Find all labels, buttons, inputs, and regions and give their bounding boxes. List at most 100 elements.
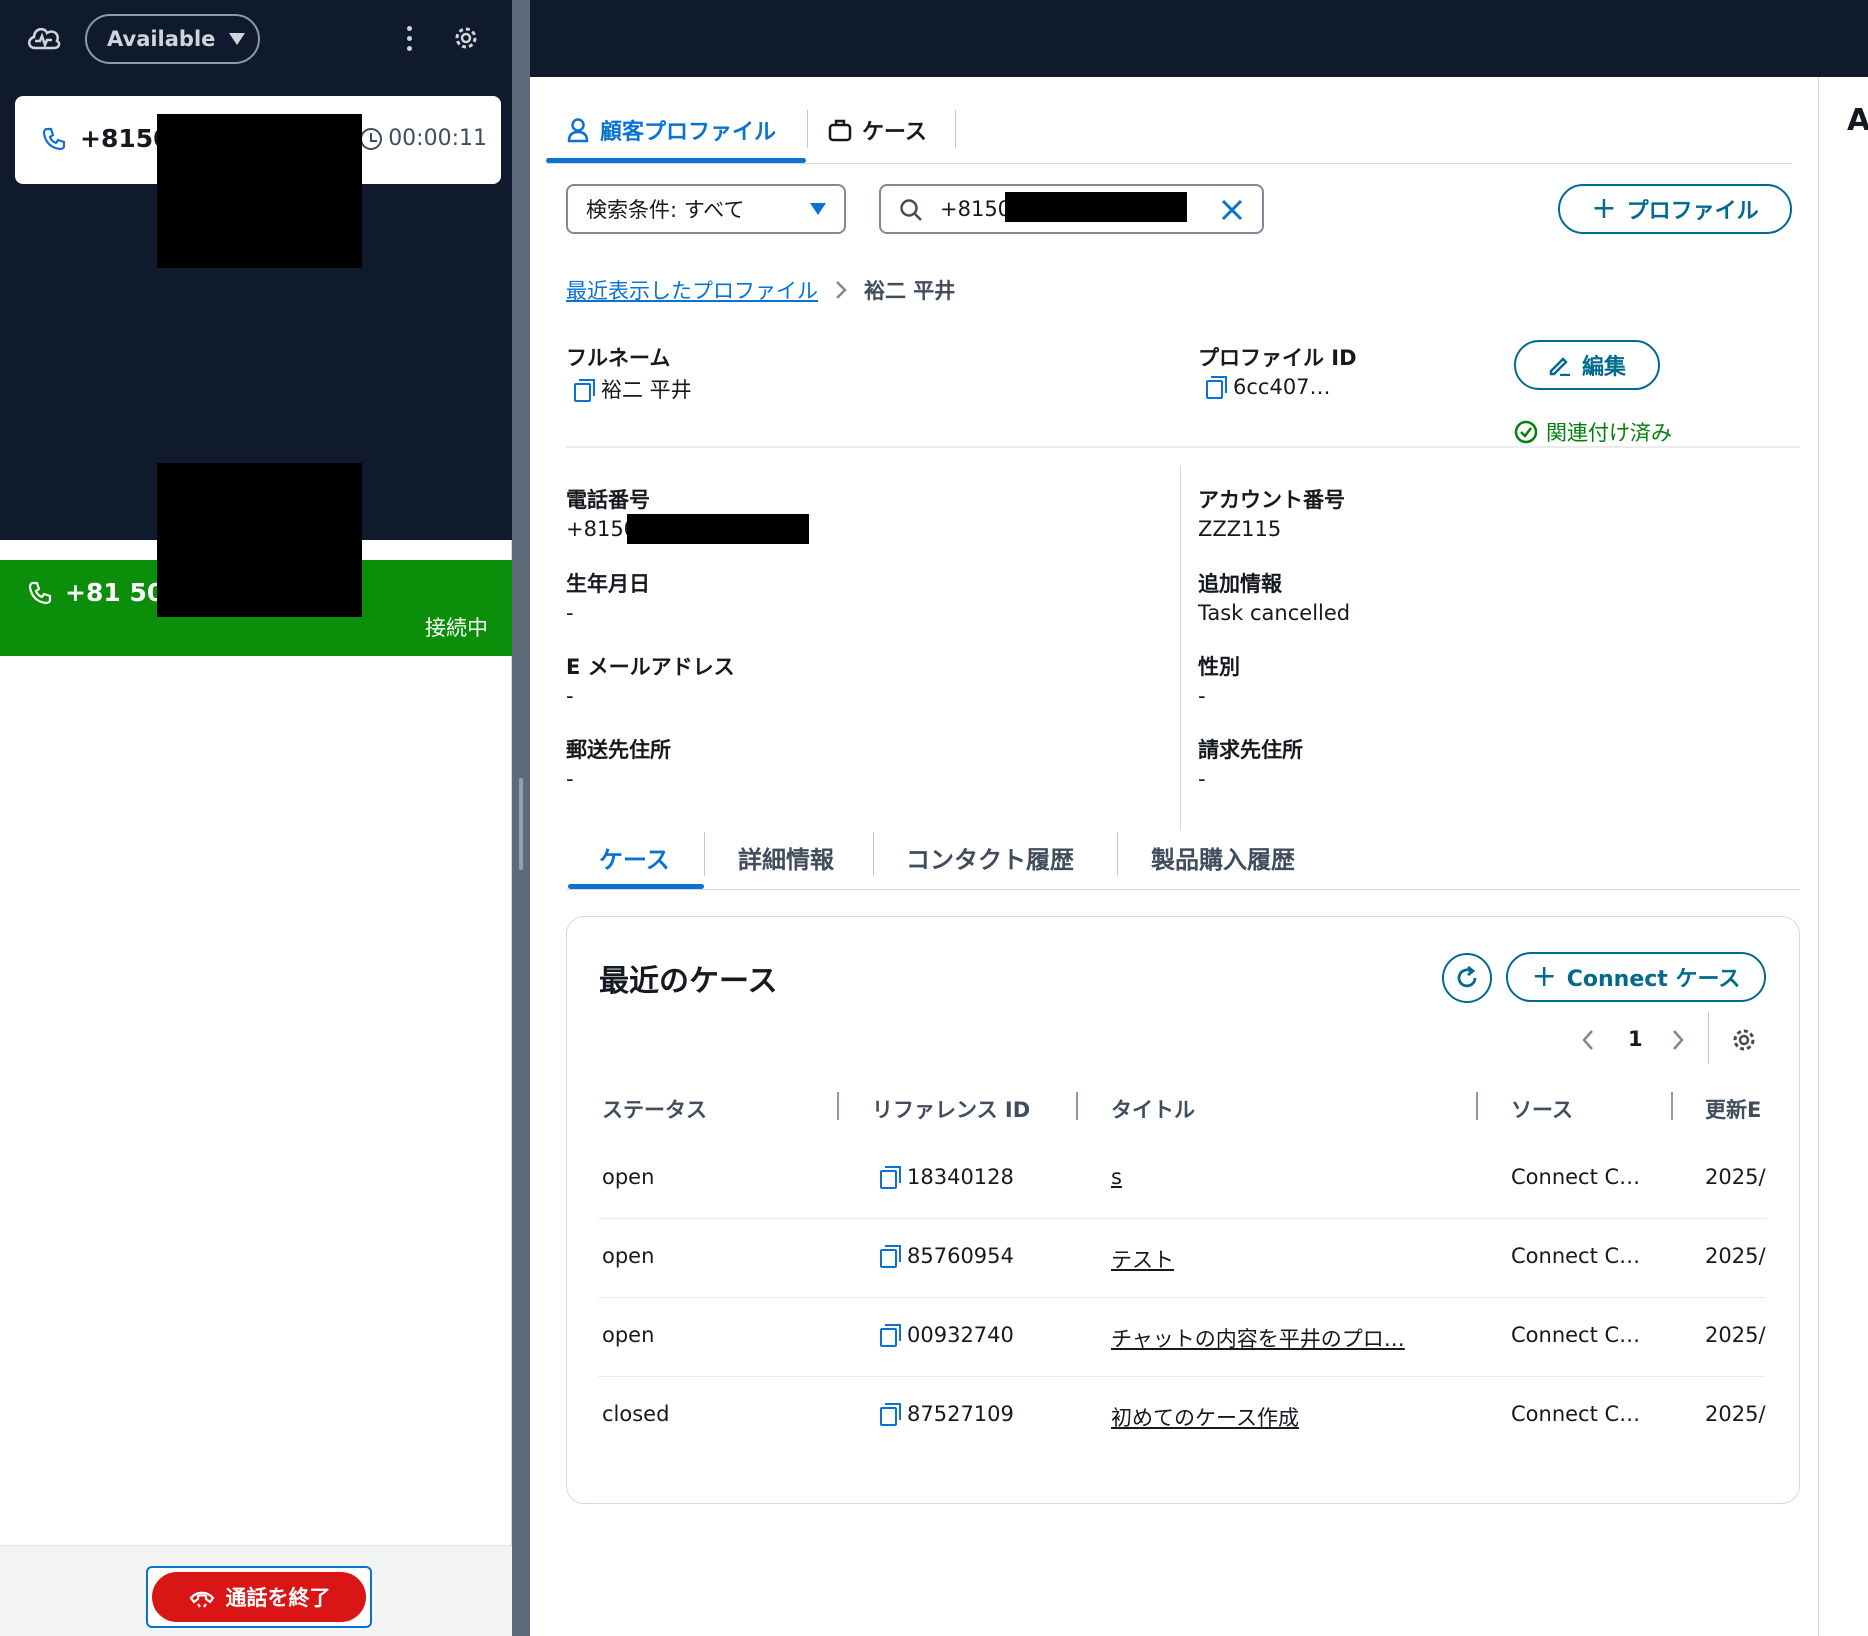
redaction-block xyxy=(627,514,809,544)
header-divider xyxy=(566,446,1800,448)
gear-icon[interactable] xyxy=(452,24,480,52)
chevron-right-icon[interactable] xyxy=(1670,1028,1686,1052)
row-updated: 2025/ xyxy=(1705,1402,1766,1426)
main-top-bar xyxy=(530,0,1868,77)
ccp-header: Available +8150 00:00:11 xyxy=(0,0,512,540)
table-settings-icon[interactable] xyxy=(1730,1026,1758,1054)
column-separator[interactable] xyxy=(1671,1092,1673,1120)
row-reference-id-value: 87527109 xyxy=(907,1402,1014,1426)
breadcrumb-parent-link[interactable]: 最近表示したプロファイル xyxy=(566,275,818,305)
pagination-separator xyxy=(1708,1012,1709,1064)
right-side-strip: A xyxy=(1818,77,1868,1636)
search-filter-dropdown[interactable]: 検索条件: すべて xyxy=(566,184,846,234)
row-source: Connect C… xyxy=(1511,1244,1641,1268)
table-row: open 00932740 チャットの内容を平井のプロ… Connect C… … xyxy=(598,1298,1766,1377)
fields-column-divider xyxy=(1180,466,1181,830)
account-number-value: ZZZ115 xyxy=(1198,517,1282,541)
phone-icon xyxy=(42,127,66,151)
subtab-details[interactable]: 詳細情報 xyxy=(738,840,834,875)
mailing-address-label: 郵送先住所 xyxy=(566,738,671,762)
row-reference-id: 00932740 xyxy=(880,1323,1014,1347)
associated-status: 関連付け済み xyxy=(1514,417,1672,447)
redaction-block xyxy=(1005,192,1187,222)
copy-icon[interactable] xyxy=(880,1323,901,1347)
tab-customer-profile[interactable]: 顧客プロファイル xyxy=(566,114,776,146)
agent-status-dropdown[interactable]: Available xyxy=(85,14,260,64)
column-separator[interactable] xyxy=(1076,1092,1078,1120)
resize-handle[interactable] xyxy=(519,778,523,870)
row-title-link[interactable]: テスト xyxy=(1111,1244,1174,1274)
search-icon xyxy=(900,199,922,221)
column-header-title[interactable]: タイトル xyxy=(1111,1094,1195,1124)
full-name: 裕二 平井 xyxy=(574,374,692,404)
row-updated: 2025/ xyxy=(1705,1165,1766,1189)
row-status: open xyxy=(602,1165,655,1189)
column-header-reference-id[interactable]: リファレンス ID xyxy=(872,1094,1030,1124)
column-separator[interactable] xyxy=(1476,1092,1478,1120)
plus-icon: + xyxy=(1531,959,1557,994)
column-header-status[interactable]: ステータス xyxy=(602,1094,707,1124)
panel-divider[interactable] xyxy=(512,0,530,1636)
row-title-link[interactable]: 初めてのケース作成 xyxy=(1111,1402,1299,1432)
tabs-baseline xyxy=(546,163,1791,164)
row-source: Connect C… xyxy=(1511,1165,1641,1189)
billing-address-label: 請求先住所 xyxy=(1198,738,1303,762)
copy-icon[interactable] xyxy=(880,1244,901,1268)
email-value: - xyxy=(566,684,574,708)
row-reference-id-value: 00932740 xyxy=(907,1323,1014,1347)
column-separator[interactable] xyxy=(837,1092,839,1120)
copy-icon[interactable] xyxy=(574,378,595,402)
refresh-button[interactable] xyxy=(1442,953,1492,1003)
email-label: E メールアドレス xyxy=(566,655,735,679)
birthdate-value: - xyxy=(566,601,574,625)
subtab-cases[interactable]: ケース xyxy=(599,840,670,875)
additional-info-label: 追加情報 xyxy=(1198,572,1282,596)
row-reference-id-value: 18340128 xyxy=(907,1165,1014,1189)
refresh-icon xyxy=(1457,965,1477,988)
column-header-source[interactable]: ソース xyxy=(1511,1094,1573,1124)
gender-value: - xyxy=(1198,684,1206,708)
subtabs-baseline xyxy=(566,889,1800,890)
chevron-left-icon[interactable] xyxy=(1580,1028,1596,1052)
row-title-link[interactable]: s xyxy=(1111,1165,1122,1189)
connect-case-label: Connect ケース xyxy=(1566,967,1741,992)
copy-icon[interactable] xyxy=(880,1165,901,1189)
row-source: Connect C… xyxy=(1511,1402,1641,1426)
add-profile-label: プロファイル xyxy=(1626,199,1759,224)
page-number[interactable]: 1 xyxy=(1628,1027,1643,1051)
subtab-purchase-history[interactable]: 製品購入履歴 xyxy=(1151,840,1295,875)
copy-icon[interactable] xyxy=(1206,376,1227,399)
table-row: open 18340128 s Connect C… 2025/ xyxy=(598,1140,1766,1219)
table-row: open 85760954 テスト Connect C… 2025/ xyxy=(598,1219,1766,1298)
tab-cases[interactable]: ケース xyxy=(828,114,927,146)
birthdate-label: 生年月日 xyxy=(566,572,650,596)
gender-label: 性別 xyxy=(1198,655,1240,679)
subtab-contact-history[interactable]: コンタクト履歴 xyxy=(906,840,1074,875)
caret-down-icon xyxy=(229,33,246,45)
row-title-link[interactable]: チャットの内容を平井のプロ… xyxy=(1111,1323,1405,1353)
agent-status-label: Available xyxy=(107,27,216,51)
column-header-updated[interactable]: 更新E xyxy=(1705,1094,1761,1124)
profile-id: 6cc407… xyxy=(1206,374,1331,399)
row-status: closed xyxy=(602,1402,670,1426)
additional-info-value: Task cancelled xyxy=(1198,601,1351,625)
search-filter-label: 検索条件: すべて xyxy=(586,198,745,222)
row-status: open xyxy=(602,1244,655,1268)
user-icon xyxy=(567,118,589,143)
more-vertical-icon[interactable] xyxy=(405,26,413,52)
copy-icon[interactable] xyxy=(880,1402,901,1426)
end-call-button[interactable]: 通話を終了 xyxy=(146,1566,372,1628)
breadcrumb: 最近表示したプロファイル 裕二 平井 xyxy=(566,275,955,305)
hangup-icon xyxy=(189,1591,214,1608)
row-reference-id: 85760954 xyxy=(880,1244,1014,1268)
mailing-address-value: - xyxy=(566,767,574,791)
connect-case-button[interactable]: + Connect ケース xyxy=(1506,952,1766,1002)
clock-icon xyxy=(360,127,383,150)
row-reference-id: 87527109 xyxy=(880,1402,1014,1426)
table-row: closed 87527109 初めてのケース作成 Connect C… 202… xyxy=(598,1377,1766,1456)
add-profile-button[interactable]: + プロファイル xyxy=(1558,184,1792,234)
clear-icon[interactable] xyxy=(1220,198,1244,222)
edit-profile-button[interactable]: 編集 xyxy=(1514,340,1660,390)
row-updated: 2025/ xyxy=(1705,1244,1766,1268)
profile-id-value: 6cc407… xyxy=(1233,374,1331,399)
